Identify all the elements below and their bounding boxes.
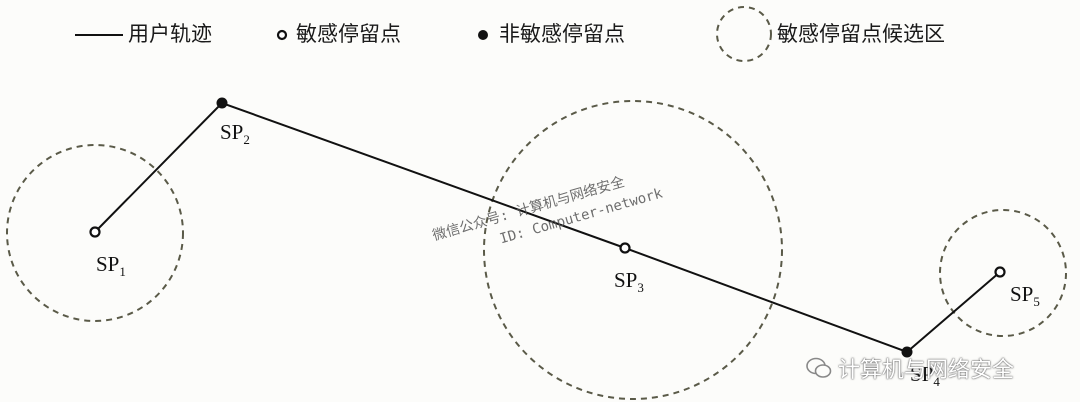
brand-text: 计算机与网络安全 bbox=[838, 358, 1015, 383]
stop-point-sp3 bbox=[619, 242, 631, 254]
legend-region-label: 敏感停留点候选区 bbox=[777, 22, 945, 46]
label-sp5: SP5 bbox=[1010, 282, 1040, 310]
legend-sensitive-label: 敏感停留点 bbox=[296, 22, 401, 46]
label-sp2: SP2 bbox=[220, 120, 250, 148]
trajectory-diagram: 用户轨迹 敏感停留点 非敏感停留点 敏感停留点候选区 SP1 SP2 SP3 S… bbox=[0, 0, 1080, 402]
legend-filled-dot-icon bbox=[478, 30, 488, 40]
wechat-icon bbox=[806, 357, 832, 378]
legend-trajectory-label: 用户轨迹 bbox=[128, 22, 212, 46]
stop-point-sp2 bbox=[216, 97, 228, 109]
label-sp3: SP3 bbox=[614, 268, 644, 296]
stop-point-sp1 bbox=[89, 226, 101, 238]
stop-point-sp5 bbox=[994, 266, 1006, 278]
brand-watermark: 计算机与网络安全 bbox=[806, 352, 1014, 384]
label-sp1: SP1 bbox=[96, 252, 126, 280]
legend-dashed-circle-icon bbox=[716, 6, 772, 62]
legend-non-sensitive-label: 非敏感停留点 bbox=[499, 22, 625, 46]
legend-open-dot-icon bbox=[276, 29, 288, 41]
